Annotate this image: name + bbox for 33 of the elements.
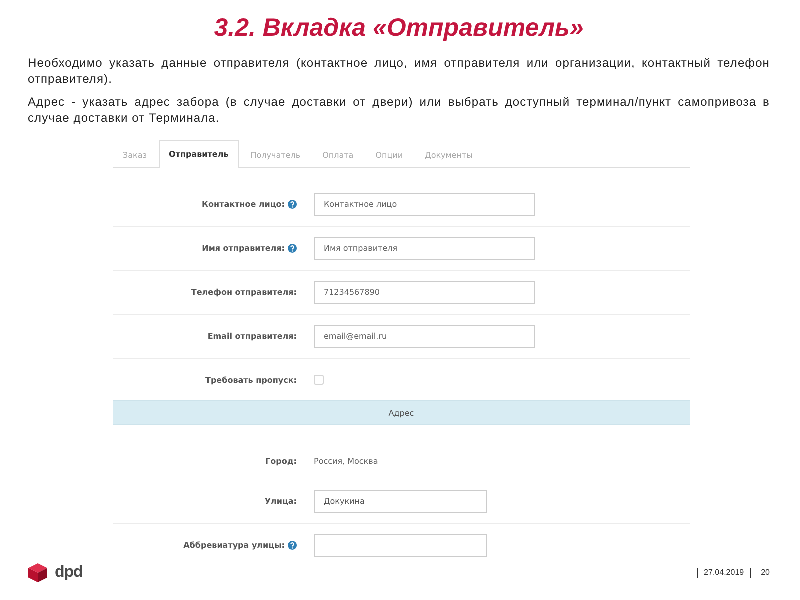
tab[interactable]: Заказ	[113, 141, 158, 168]
field-label: Телефон отправителя:	[191, 288, 297, 297]
field-label: Контактное лицо:	[202, 200, 285, 209]
field-label: Имя отправителя:	[202, 244, 285, 253]
help-icon[interactable]	[288, 244, 297, 253]
page-number: 20	[750, 568, 770, 578]
field-label: Требовать пропуск:	[206, 376, 297, 384]
field-label: Город:	[266, 456, 297, 466]
help-icon[interactable]	[288, 200, 297, 209]
tab[interactable]: Получатель	[240, 141, 311, 168]
tab[interactable]: Отправитель	[159, 140, 239, 168]
input-field[interactable]: Докукина	[314, 490, 487, 513]
slide-title: 3.2. Вкладка «Отправитель»	[213, 13, 585, 43]
field-value: Россия, Москва	[314, 456, 378, 466]
field-label: Email отправителя:	[208, 332, 297, 341]
paragraph: Адрес - указать адрес забора (в случае доставки от двери) или выбрать доступный терминал/пункт самопривоза в случае доставки от Терминала.	[28, 94, 770, 126]
field-label: Улица:	[264, 497, 297, 506]
field-label: Аббревиатура улицы:	[184, 541, 285, 550]
input-field[interactable]: Контактное лицо	[314, 193, 535, 216]
input-field[interactable]: Имя отправителя	[314, 237, 535, 260]
input-field[interactable]: 71234567890	[314, 281, 535, 304]
tab[interactable]: Опции	[366, 141, 414, 168]
tab[interactable]: Документы	[415, 141, 483, 168]
input-field[interactable]: email@email.ru	[314, 325, 535, 348]
logo-text: dpd	[55, 564, 83, 582]
cube-logo-icon	[28, 562, 48, 582]
tab[interactable]: Оплата	[312, 141, 364, 168]
input-field[interactable]	[314, 534, 487, 557]
paragraph: Необходимо указать данные отправителя (контактное лицо, имя отправителя или организации, контактный телефон отправителя).	[28, 55, 770, 87]
help-icon[interactable]	[288, 541, 297, 550]
section-header: Адрес	[113, 400, 690, 425]
checkbox[interactable]	[314, 375, 324, 385]
date-text: 27.04.2019	[697, 568, 744, 578]
